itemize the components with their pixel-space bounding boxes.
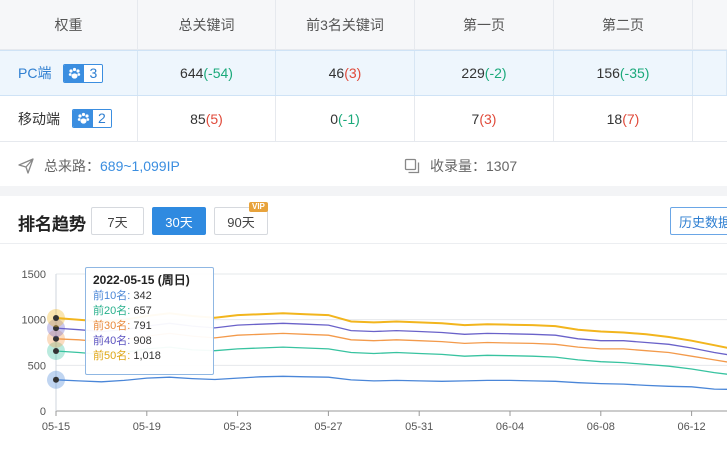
mobile-rank-value: 2	[93, 110, 111, 127]
table-header-row: 权重 总关键词 前3名关键词 第一页 第二页	[0, 0, 727, 50]
pc-weight-cell: PC端 3	[0, 51, 138, 95]
tooltip-label: 前10名:	[93, 290, 134, 302]
summary-bar: 总来路： 689~1,099IP 收录量： 1307	[0, 142, 727, 186]
tooltip-label: 前30名:	[93, 320, 134, 332]
pc-top3-delta: (3)	[344, 65, 362, 81]
x-tick-label: 05-27	[314, 421, 342, 433]
x-tick-label: 05-15	[42, 421, 70, 433]
pc-page1-delta: (-2)	[484, 65, 507, 81]
range-30d-button[interactable]: 30天	[152, 207, 206, 235]
tooltip-row-top50: 前50名: 1,018	[93, 349, 206, 364]
mobile-label[interactable]: 移动端	[18, 109, 60, 129]
pc-total: 644	[180, 65, 204, 81]
pc-page2-cell: 156 (-35)	[554, 51, 693, 95]
trend-title: 排名趋势	[18, 215, 86, 234]
mobile-extra-cell	[693, 96, 727, 141]
copy-icon	[404, 158, 420, 174]
indexed-value: 1307	[486, 158, 518, 174]
data-point	[53, 376, 59, 383]
tooltip-row-top40: 前40名: 908	[93, 334, 206, 349]
mobile-page1-cell: 7 (3)	[415, 96, 554, 141]
pc-page1-cell: 229 (-2)	[415, 51, 554, 95]
history-data-button[interactable]: 历史数据	[670, 207, 727, 235]
mobile-top3: 0	[330, 110, 338, 127]
mobile-page2: 18	[606, 110, 623, 127]
tooltip-row-top20: 前20名: 657	[93, 304, 206, 319]
series-line	[55, 375, 727, 390]
header-page2: 第二页	[554, 0, 693, 49]
mobile-top3-delta: (-1)	[338, 110, 360, 127]
mobile-weight-cell: 移动端 2	[0, 96, 138, 141]
mobile-total-delta: (5)	[205, 110, 223, 127]
send-icon	[18, 158, 34, 174]
section-divider	[0, 186, 727, 196]
mobile-total: 85	[190, 110, 206, 127]
trend-header: 排名趋势 7天 30天 90天 VIP 历史数据	[0, 196, 727, 244]
y-tick-label: 0	[40, 406, 46, 418]
mobile-page2-delta: (7)	[622, 110, 640, 127]
tooltip-label: 前40名:	[93, 335, 134, 347]
y-tick-label: 500	[28, 360, 46, 372]
tooltip-value: 908	[133, 335, 152, 347]
x-tick-label: 05-31	[405, 421, 433, 433]
mobile-page1-delta: (3)	[479, 110, 497, 127]
pc-page2-delta: (-35)	[619, 65, 650, 81]
pc-label[interactable]: PC端	[18, 63, 51, 83]
tooltip-value: 791	[133, 320, 152, 332]
y-tick-label: 1500	[22, 269, 46, 281]
mobile-total-cell: 85 (5)	[138, 96, 276, 141]
y-tick-label: 1000	[22, 315, 46, 327]
x-tick-label: 05-19	[133, 421, 161, 433]
x-tick-label: 06-12	[678, 421, 706, 433]
pc-rank-value: 3	[84, 64, 103, 82]
page: 权重 总关键词 前3名关键词 第一页 第二页 PC端 3 644 (-54) 46…	[0, 0, 727, 452]
header-extra	[693, 0, 727, 49]
pc-extra-cell	[693, 51, 727, 95]
traffic-value[interactable]: 689~1,099IP	[100, 158, 180, 174]
data-point	[53, 315, 59, 322]
baidu-paw-icon	[73, 110, 93, 127]
tooltip-value: 657	[133, 305, 152, 317]
mobile-page1: 7	[471, 110, 480, 127]
vip-badge: VIP	[249, 202, 268, 212]
mobile-rank-badge[interactable]: 2	[72, 109, 112, 128]
pc-rank-badge[interactable]: 3	[63, 63, 104, 83]
pc-page1: 229	[461, 65, 485, 81]
mobile-top3-cell: 0 (-1)	[276, 96, 415, 141]
tooltip-row-top30: 前30名: 791	[93, 319, 206, 334]
data-point	[53, 347, 59, 354]
pc-top3-cell: 46 (3)	[276, 51, 415, 95]
pc-page2: 156	[596, 65, 620, 81]
pc-total-cell: 644 (-54)	[138, 51, 276, 95]
traffic-summary: 总来路： 689~1,099IP	[18, 156, 180, 176]
pc-top3: 46	[328, 65, 345, 81]
mobile-page2-cell: 18 (7)	[554, 96, 693, 141]
range-7d-button[interactable]: 7天	[91, 207, 144, 235]
header-page1: 第一页	[415, 0, 554, 49]
baidu-paw-icon	[64, 64, 85, 82]
tooltip-value: 1,018	[133, 350, 161, 362]
header-total-keywords: 总关键词	[138, 0, 276, 49]
x-tick-label: 06-04	[496, 421, 524, 433]
chart-tooltip: 2022-05-15 (周日) 前10名: 342 前20名: 657 前30名…	[85, 267, 214, 375]
indexed-summary: 收录量： 1307	[404, 156, 517, 176]
indexed-label: 收录量：	[430, 158, 486, 174]
table-row-mobile[interactable]: 移动端 2 85 (5) 0 (-1) 7 (3) 18 (7)	[0, 96, 727, 142]
tooltip-label: 前20名:	[93, 305, 134, 317]
x-tick-label: 05-23	[224, 421, 252, 433]
tooltip-row-top10: 前10名: 342	[93, 289, 206, 304]
tooltip-label: 前50名:	[93, 350, 134, 362]
tooltip-date: 2022-05-15 (周日)	[93, 273, 190, 287]
pc-total-delta: (-54)	[203, 65, 233, 81]
traffic-label: 总来路：	[44, 158, 100, 174]
x-tick-label: 06-08	[587, 421, 615, 433]
tooltip-value: 342	[133, 290, 152, 302]
table-row-pc[interactable]: PC端 3 644 (-54) 46 (3) 229 (-2) 156 (-35)	[0, 50, 727, 96]
header-top3-keywords: 前3名关键词	[276, 0, 415, 49]
header-weight: 权重	[0, 0, 138, 49]
